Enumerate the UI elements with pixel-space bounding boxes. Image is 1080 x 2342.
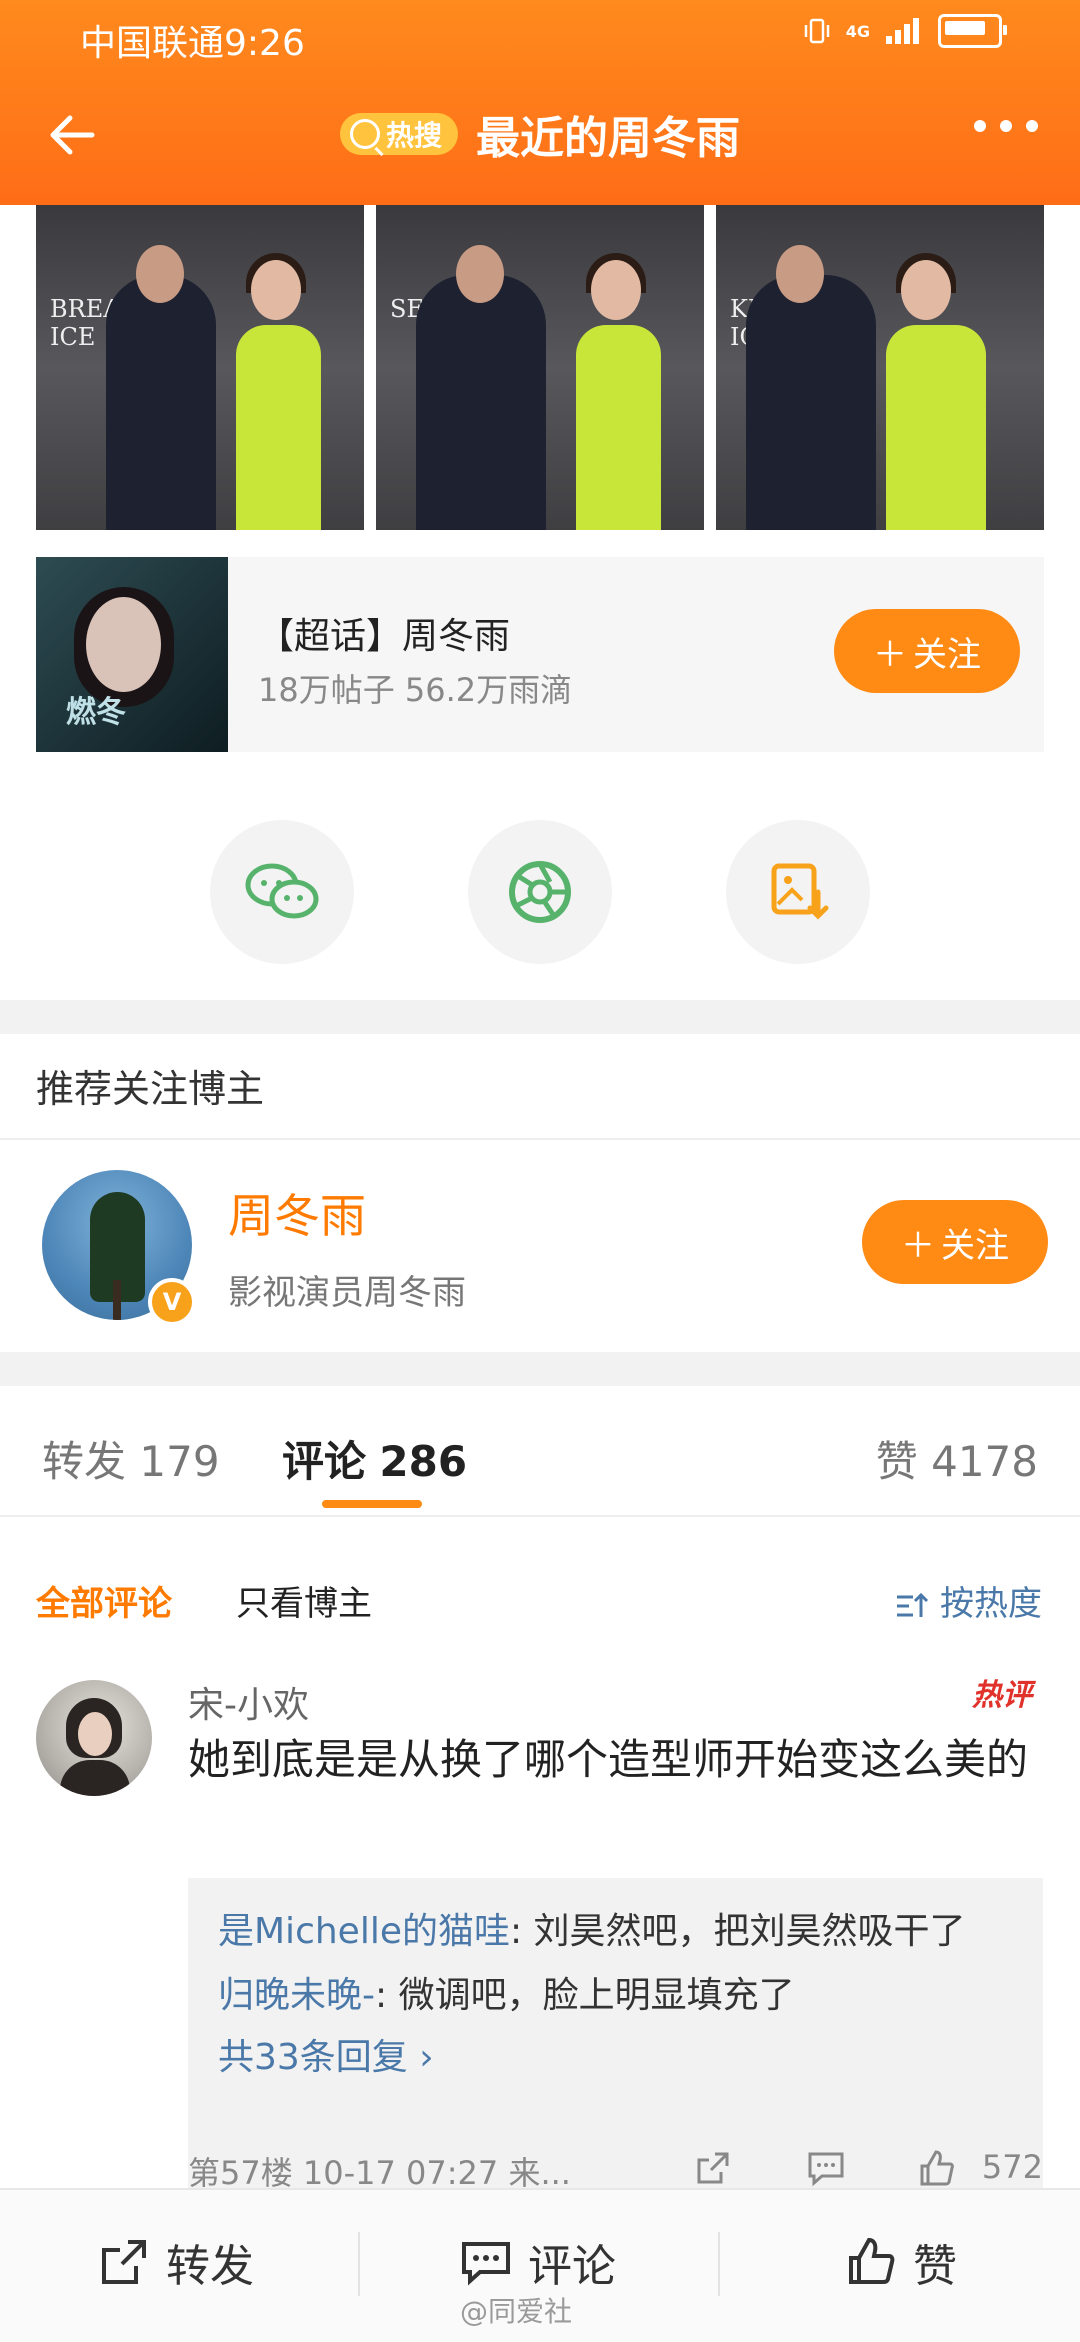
like-label: 赞 [913, 2241, 957, 2292]
main-card: BREAKINGICE SEPTEN KINGICE 燃冬 【超话】周冬雨 18… [0, 205, 1080, 1340]
wechat-icon [245, 863, 319, 919]
like-comment-icon[interactable] [916, 2148, 956, 2188]
wechat-share-button[interactable] [210, 820, 354, 964]
hot-comment-badge: 热评 [972, 1678, 1032, 1713]
super-topic-card[interactable]: 燃冬 【超话】周冬雨 18万帖子 56.2万雨滴 ＋关注 [36, 557, 1044, 752]
status-bar: 中国联通9:26 4G [0, 0, 1080, 80]
tab-comment-label: 评论 [282, 1437, 367, 1486]
like-button[interactable]: 赞 [845, 2230, 957, 2294]
tab-repost-label: 转发 [42, 1437, 127, 1486]
signal-icon [886, 18, 919, 44]
tab-comment-count: 286 [379, 1437, 468, 1486]
repost-button[interactable]: 转发 [98, 2230, 254, 2294]
photo-grid: BREAKINGICE SEPTEN KINGICE [36, 205, 1044, 530]
save-image-icon [771, 863, 829, 920]
repost-icon [102, 2240, 146, 2284]
network-label: 4G [845, 21, 870, 41]
comment-like-count: 572 [981, 2148, 1043, 2186]
share-row [0, 820, 1080, 970]
section-divider [0, 1352, 1080, 1386]
reply-user[interactable]: 是Michelle的猫哇 [218, 1911, 510, 1952]
reply-item: 归晚未晚-: 微调吧，脸上明显填充了 [218, 1966, 795, 2018]
topic-poster: 燃冬 [36, 557, 228, 752]
commenter-name[interactable]: 宋-小欢 [188, 1676, 309, 1728]
tab-repost[interactable]: 转发 179 [42, 1428, 220, 1489]
tab-like[interactable]: 赞 4178 [876, 1428, 1038, 1489]
blogger-desc: 影视演员周冬雨 [228, 1273, 466, 1313]
comment-text: 她到底是是从换了哪个造型师开始变这么美的 [188, 1735, 1029, 1784]
page-title: 最近的周冬雨 [476, 113, 741, 164]
blogger-follow-button[interactable]: ＋关注 [862, 1200, 1048, 1284]
hot-badge-label: 热搜 [386, 119, 443, 152]
sort-icon [897, 1592, 929, 1617]
moments-share-button[interactable] [468, 820, 612, 964]
plus-icon: ＋ [873, 634, 907, 675]
tab-like-label: 赞 [875, 1437, 918, 1486]
topic-meta: 18万帖子 56.2万雨滴 [258, 671, 573, 709]
more-options-icon[interactable] [974, 120, 1038, 132]
plus-icon: ＋ [901, 1225, 935, 1266]
sort-label: 按热度 [940, 1584, 1042, 1624]
reply-item: 是Michelle的猫哇: 刘昊然吧，把刘昊然吸干了 [218, 1902, 966, 1954]
divider [0, 1138, 1080, 1140]
reply-comment-icon[interactable] [806, 2148, 846, 2188]
sort-by-heat-button[interactable]: 按热度 [895, 1576, 1042, 1625]
reply-text: : 刘昊然吧，把刘昊然吸干了 [509, 1911, 966, 1952]
tab-like-count: 4178 [931, 1437, 1038, 1486]
save-image-button[interactable] [726, 820, 870, 964]
reply-text: : 微调吧，脸上明显填充了 [375, 1975, 795, 2016]
commenter-avatar[interactable] [36, 1680, 152, 1796]
share-comment-icon[interactable] [693, 2148, 733, 2188]
filter-blogger-only[interactable]: 只看博主 [236, 1576, 372, 1625]
comment-button[interactable]: 评论 [460, 2230, 616, 2294]
watermark: @同爱社 [460, 2295, 573, 2328]
topic-follow-button[interactable]: ＋关注 [834, 609, 1020, 693]
photo-thumbnail[interactable]: KINGICE [716, 205, 1044, 530]
blogger-name[interactable]: 周冬雨 [228, 1180, 366, 1246]
bar-separator [358, 2232, 360, 2296]
vibrate-icon [804, 18, 829, 44]
reply-user[interactable]: 归晚未晚- [218, 1975, 375, 2016]
hot-search-badge[interactable]: 热搜 [340, 113, 459, 155]
verified-badge-icon: V [148, 1278, 196, 1326]
like-icon [849, 2237, 895, 2284]
interaction-tabs: 转发 179 评论 286 赞 4178 [0, 1400, 1080, 1515]
bar-separator [718, 2232, 720, 2296]
comment-label: 评论 [528, 2241, 616, 2292]
back-arrow-icon[interactable] [40, 100, 110, 170]
app-header: 中国联通9:26 4G 热搜 最近的周冬雨 [0, 0, 1080, 205]
battery-icon [938, 14, 1007, 48]
poster-title: 燃冬 [66, 695, 126, 730]
follow-label: 关注 [913, 634, 981, 675]
repost-label: 转发 [166, 2241, 254, 2292]
comment-icon [462, 2242, 510, 2286]
top-bar: 热搜 最近的周冬雨 [0, 82, 1080, 192]
recommend-section-title: 推荐关注博主 [36, 1067, 265, 1111]
filter-all-comments[interactable]: 全部评论 [36, 1576, 172, 1625]
carrier-time: 中国联通9:26 [80, 23, 305, 64]
tab-comment[interactable]: 评论 286 [282, 1428, 467, 1489]
divider [0, 1515, 1080, 1517]
status-icons: 4G [802, 14, 1007, 48]
search-icon [350, 119, 380, 149]
topic-name: 【超话】周冬雨 [258, 616, 511, 657]
comment-filter-bar: 全部评论 只看博主 按热度 [0, 1560, 1080, 1640]
more-replies-link[interactable]: 共33条回复 › [218, 2028, 434, 2080]
photo-thumbnail[interactable]: BREAKINGICE [36, 205, 364, 530]
follow-label: 关注 [941, 1225, 1009, 1266]
tab-repost-count: 179 [139, 1437, 220, 1486]
page-title-group: 热搜 最近的周冬雨 [340, 102, 740, 166]
photo-thumbnail[interactable]: SEPTEN [376, 205, 704, 530]
section-divider [0, 1000, 1080, 1034]
moments-icon [509, 861, 571, 923]
active-tab-indicator [322, 1500, 422, 1508]
